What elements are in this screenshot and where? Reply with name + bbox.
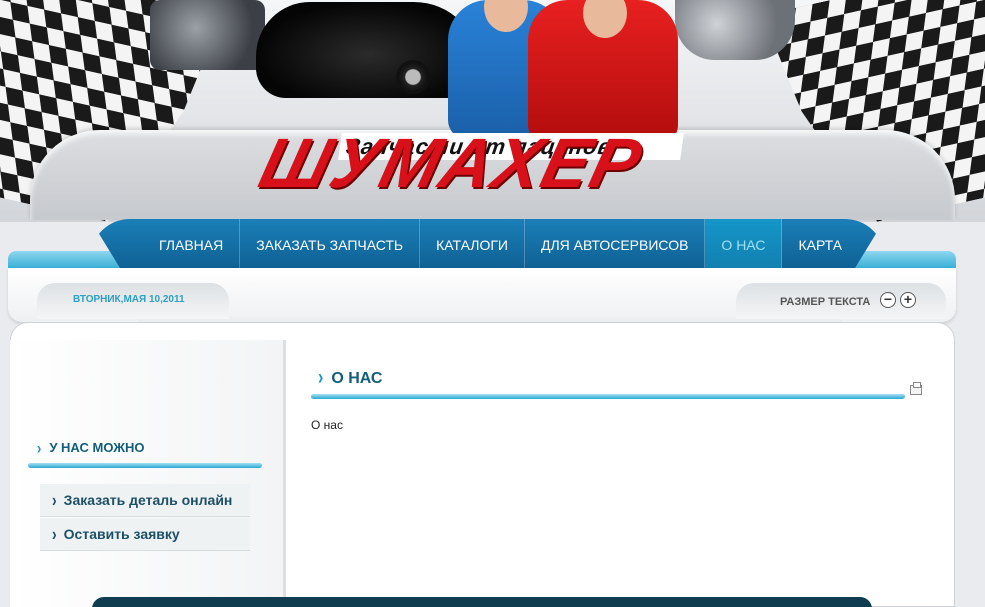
nav-item-for-services[interactable]: ДЛЯ АВТОСЕРВИСОВ [525,219,706,271]
sidebar-item-label: Оставить заявку [63,526,180,542]
page-title: › О НАС [318,367,383,390]
footer-bar [92,597,872,607]
logo-title[interactable]: ШУМАХЕР [252,124,650,202]
brake-parts-image [675,0,795,60]
page-title-underline [311,394,905,399]
page-title-text: О НАС [331,370,383,387]
article-body: О нас [311,418,343,432]
site-header: Запчасти от пацанов ШУМАХЕР [0,0,985,222]
car-image [256,2,480,98]
increase-text-size-button[interactable]: + [900,292,916,308]
main-nav: ГЛАВНАЯ ЗАКАЗАТЬ ЗАПЧАСТЬ КАТАЛОГИ ДЛЯ А… [143,219,858,271]
sidebar-heading: › У НАС МОЖНО [37,437,145,458]
current-date: ВТОРНИК,МАЯ 10,2011 [73,294,185,305]
sidebar-item-order-online[interactable]: › Заказать деталь онлайн [40,484,250,517]
print-icon[interactable] [910,382,922,395]
chevron-right-icon: › [37,437,42,458]
sidebar [10,340,286,607]
sidebar-heading-underline [28,463,262,468]
nav-item-catalogs[interactable]: КАТАЛОГИ [420,219,525,271]
nav-item-order-part[interactable]: ЗАКАЗАТЬ ЗАПЧАСТЬ [240,219,421,271]
sidebar-menu: › Заказать деталь онлайн › Оставить заявку [40,484,250,552]
chevron-right-icon: › [52,523,57,545]
sidebar-item-leave-request[interactable]: › Оставить заявку [40,518,250,551]
nav-item-home[interactable]: ГЛАВНАЯ [143,219,241,271]
nav-item-map[interactable]: КАРТА [782,219,858,271]
text-size-label: РАЗМЕР ТЕКСТА [780,296,871,308]
nav-item-about[interactable]: О НАС [705,219,783,271]
sidebar-item-label: Заказать деталь онлайн [63,492,233,508]
chevron-right-icon: › [318,367,324,390]
sidebar-heading-text: У НАС МОЖНО [49,440,145,455]
decrease-text-size-button[interactable]: − [880,292,896,308]
engine-image [150,0,265,70]
